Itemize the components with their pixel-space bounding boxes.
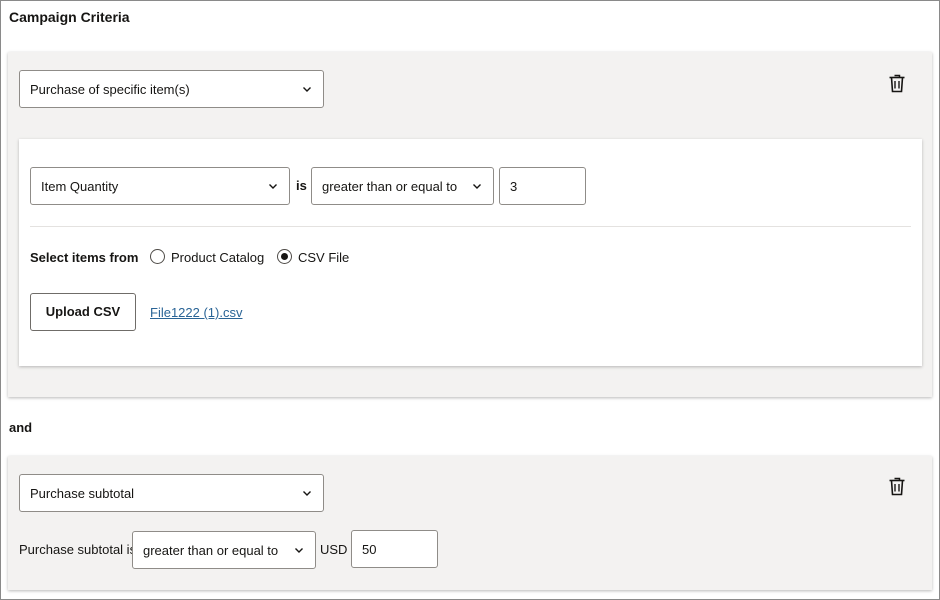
currency-label: USD (320, 542, 348, 557)
chevron-down-icon (303, 491, 311, 496)
criteria-connector-label: and (9, 420, 33, 435)
item-quantity-input[interactable]: 3 (499, 167, 586, 205)
uploaded-file-link[interactable]: File1222 (1).csv (150, 305, 242, 320)
is-label: is (296, 178, 307, 193)
item-quantity-value: 3 (510, 179, 518, 194)
subtotal-amount-input[interactable]: 50 (351, 530, 438, 568)
radio-product-catalog-label[interactable]: Product Catalog (171, 250, 264, 265)
criterion-type-select[interactable]: Purchase subtotal (19, 474, 324, 512)
subtotal-prefix-label: Purchase subtotal is (19, 542, 137, 557)
radio-selected-dot (281, 253, 288, 260)
chevron-down-icon (473, 184, 481, 189)
subtotal-amount-value: 50 (362, 542, 377, 557)
upload-csv-button[interactable]: Upload CSV (30, 293, 136, 331)
chevron-down-icon (303, 87, 311, 92)
criterion-card-1: Purchase of specific item(s) Item Quanti… (8, 52, 932, 397)
chevron-down-icon (269, 184, 277, 189)
select-items-label: Select items from (30, 250, 139, 265)
radio-csv-file-label[interactable]: CSV File (298, 250, 349, 265)
radio-product-catalog[interactable] (150, 249, 165, 264)
item-field-select[interactable]: Item Quantity (30, 167, 290, 205)
item-operator-value: greater than or equal to (322, 179, 458, 194)
item-field-value: Item Quantity (41, 179, 119, 194)
criterion-card-2: Purchase subtotal Purchase subtotal is g… (8, 456, 932, 590)
section-divider (30, 226, 911, 227)
criterion-type-select[interactable]: Purchase of specific item(s) (19, 70, 324, 108)
trash-icon[interactable] (888, 73, 906, 93)
page-title: Campaign Criteria (9, 9, 130, 25)
subtotal-operator-value: greater than or equal to (143, 543, 279, 558)
criterion-type-value: Purchase of specific item(s) (30, 82, 190, 97)
subtotal-operator-select[interactable]: greater than or equal to (132, 531, 316, 569)
criterion-type-value: Purchase subtotal (30, 486, 135, 501)
trash-icon[interactable] (888, 476, 906, 496)
chevron-down-icon (295, 548, 303, 553)
radio-csv-file[interactable] (277, 249, 292, 264)
item-operator-select[interactable]: greater than or equal to (311, 167, 494, 205)
item-criteria-panel: Item Quantity is greater than or equal t… (19, 139, 922, 366)
